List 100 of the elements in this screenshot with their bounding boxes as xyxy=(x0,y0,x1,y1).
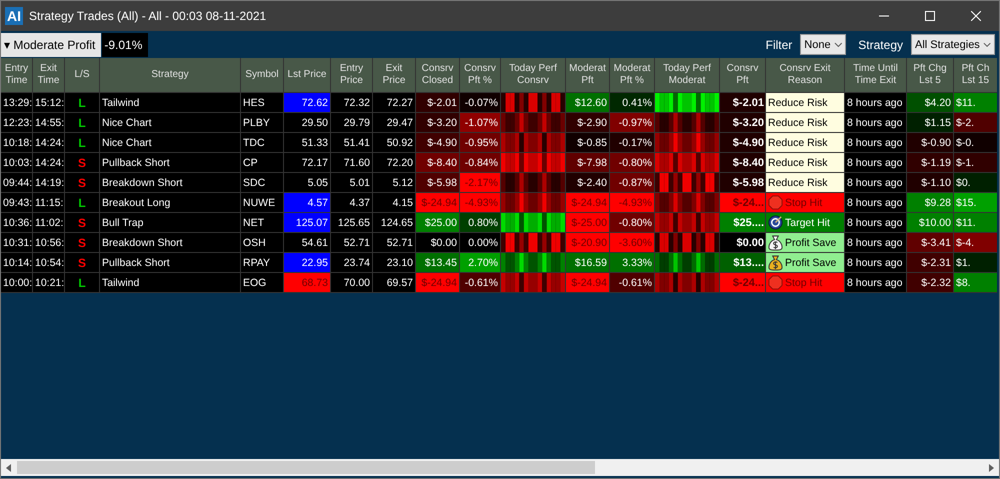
column-header[interactable]: Time Until Time Exit xyxy=(845,58,906,92)
column-header[interactable]: Exit Price xyxy=(373,58,415,92)
table-cell: $-24.94 xyxy=(416,193,459,212)
table-cell: -0.80% xyxy=(610,213,654,232)
table-cell: $-24.94 xyxy=(566,273,609,292)
table-cell: 10:31: xyxy=(1,233,32,252)
table-cell: 22.95 xyxy=(284,253,330,272)
column-header[interactable]: Consrv Pft % xyxy=(460,58,500,92)
table-cell: NUWE xyxy=(241,193,283,212)
column-header[interactable]: Today Perf Consrv xyxy=(501,58,565,92)
scroll-right-icon[interactable] xyxy=(987,464,995,472)
heatmap-strip xyxy=(501,133,565,152)
column-header[interactable]: Strategy xyxy=(100,58,240,92)
table-cell: $10.00 xyxy=(907,213,953,232)
column-header[interactable]: Exit Time xyxy=(33,58,64,92)
table-cell: OSH xyxy=(241,233,283,252)
table-cell: -2.17% xyxy=(460,173,500,192)
exit-reason-text: Target Hit xyxy=(785,216,830,228)
column-header[interactable]: Moderat Pft % xyxy=(610,58,654,92)
scroll-left-icon[interactable] xyxy=(5,464,13,472)
heatmap-strip xyxy=(501,193,565,212)
column-header[interactable]: L/S xyxy=(65,58,99,92)
table-cell: 52.71 xyxy=(331,233,372,252)
heatmap-strip xyxy=(501,213,565,232)
table-cell: 23.10 xyxy=(373,253,415,272)
column-header[interactable]: Consrv Exit Reason xyxy=(766,58,844,92)
table-cell: 29.50 xyxy=(284,113,330,132)
side-indicator: L xyxy=(78,196,86,210)
table-cell: 8 hours ago xyxy=(845,153,906,172)
table-cell: 8 hours ago xyxy=(845,253,906,272)
column-header[interactable]: Pft Ch Lst 15 xyxy=(954,58,997,92)
table-cell: -0.07% xyxy=(460,93,500,112)
filter-select[interactable]: None xyxy=(800,34,846,55)
heatmap-strip xyxy=(655,133,719,152)
scrollbar-thumb[interactable] xyxy=(17,461,595,474)
table-cell: -0.97% xyxy=(610,113,654,132)
table-cell: $8. xyxy=(954,273,997,292)
heatmap-strip xyxy=(501,153,565,172)
heatmap-strip xyxy=(501,93,565,112)
table-cell: $-0.85 xyxy=(566,133,609,152)
table-cell: 125.65 xyxy=(331,213,372,232)
stop-sign-icon xyxy=(768,275,783,290)
heatmap-strip xyxy=(501,233,565,252)
column-header[interactable]: Lst Price xyxy=(284,58,330,92)
table-cell: -0.80% xyxy=(610,153,654,172)
exit-reason-text: Reduce Risk xyxy=(768,116,828,128)
table-cell: 29.47 xyxy=(373,113,415,132)
column-header[interactable]: Entry Price xyxy=(331,58,372,92)
table-cell: 8 hours ago xyxy=(845,93,906,112)
table-cell: 5.12 xyxy=(373,173,415,192)
side-indicator: L xyxy=(78,136,86,150)
table-cell: -0.17% xyxy=(610,133,654,152)
table-cell: EOG xyxy=(241,273,283,292)
maximize-icon[interactable] xyxy=(925,11,935,21)
table-cell: 72.27 xyxy=(373,93,415,112)
total-percent: -9.01% xyxy=(102,32,148,56)
column-header[interactable]: Consrv Closed xyxy=(416,58,459,92)
table-cell: 51.41 xyxy=(331,133,372,152)
table-cell: 51.33 xyxy=(284,133,330,152)
table-cell: 13:29: xyxy=(1,93,32,112)
column-header[interactable]: Moderat Pft xyxy=(566,58,609,92)
table-cell: Pullback Short xyxy=(100,253,240,272)
table-cell: 124.65 xyxy=(373,213,415,232)
exit-reason-text: Reduce Risk xyxy=(768,176,828,188)
table-cell: 54.61 xyxy=(284,233,330,252)
column-header[interactable]: Consrv Pft xyxy=(720,58,765,92)
column-header[interactable]: Pft Chg Lst 5 xyxy=(907,58,953,92)
table-cell: $25.00 xyxy=(416,213,459,232)
table-cell: 5.05 xyxy=(284,173,330,192)
table-cell: 12:23: xyxy=(1,113,32,132)
table-cell: $-2.31 xyxy=(907,253,953,272)
table-cell: $-24... xyxy=(720,273,765,292)
exit-reason-text: Profit Save xyxy=(785,256,836,268)
table-cell: Nice Chart xyxy=(100,113,240,132)
table-cell: 50.92 xyxy=(373,133,415,152)
heatmap-strip xyxy=(501,113,565,132)
column-header[interactable]: Today Perf Moderat xyxy=(655,58,719,92)
heatmap-strip xyxy=(655,233,719,252)
table-cell: $-3.20 xyxy=(720,113,765,132)
table-cell: 8 hours ago xyxy=(845,233,906,252)
chevron-down-icon xyxy=(982,42,991,48)
exit-reason-text: Reduce Risk xyxy=(768,156,828,168)
view-dropdown[interactable]: ▾ Moderate Profit xyxy=(1,32,102,56)
table-cell: 10:14: xyxy=(1,253,32,272)
column-header[interactable]: Entry Time xyxy=(1,58,32,92)
side-indicator: S xyxy=(78,216,86,230)
horizontal-scrollbar[interactable] xyxy=(1,459,999,476)
close-icon[interactable] xyxy=(971,11,981,21)
table-cell: $11. xyxy=(954,93,997,112)
column-header[interactable]: Symbol xyxy=(241,58,283,92)
table-cell: 8 hours ago xyxy=(845,273,906,292)
side-indicator: L xyxy=(78,116,86,130)
side-indicator: S xyxy=(78,156,86,170)
table-cell: Nice Chart xyxy=(100,133,240,152)
table-cell: $-7.98 xyxy=(566,153,609,172)
table-cell: 4.15 xyxy=(373,193,415,212)
strategy-select[interactable]: All Strategies xyxy=(911,34,995,55)
chevron-down-icon xyxy=(834,42,842,48)
table-cell: 4.37 xyxy=(331,193,372,212)
table-cell: 71.60 xyxy=(331,153,372,172)
